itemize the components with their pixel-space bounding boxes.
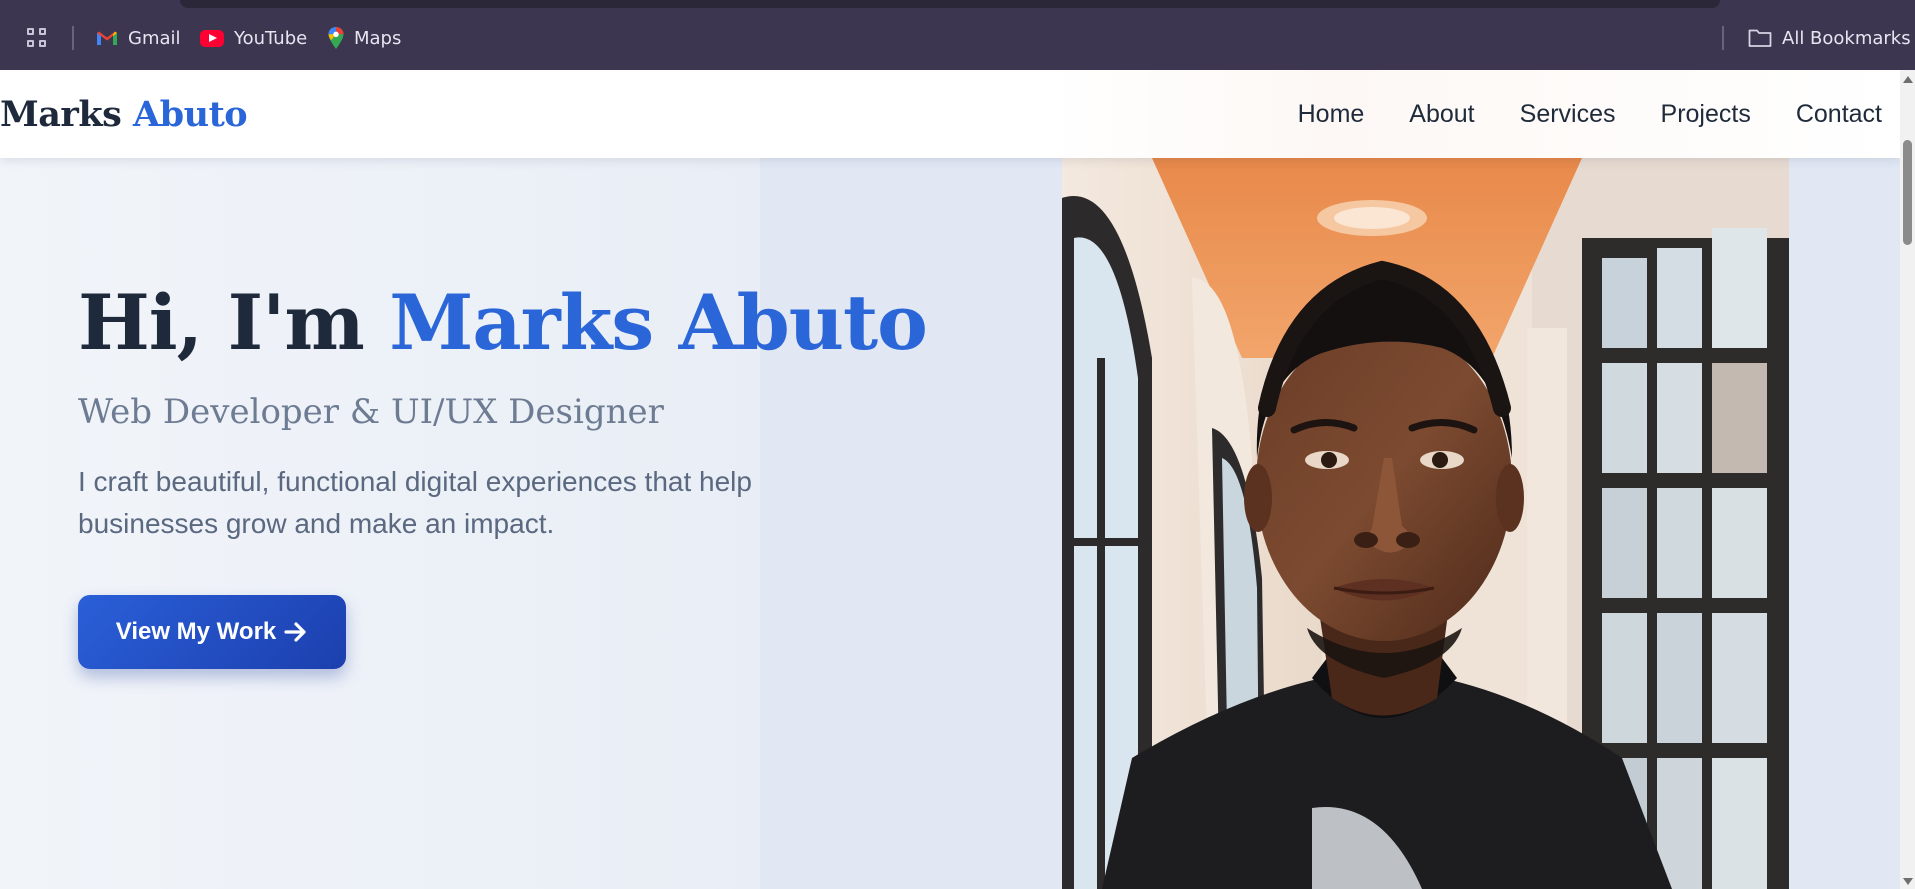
nav-link-contact[interactable]: Contact xyxy=(1796,100,1882,129)
site-logo[interactable]: Marks Abuto xyxy=(0,93,248,135)
page-scrollbar[interactable] xyxy=(1900,70,1915,889)
site-navbar: Marks Abuto Home About Services Projects… xyxy=(0,70,1900,158)
hero-section: Hi, I'm Marks Abuto Web Developer & UI/U… xyxy=(78,285,928,669)
nav-link-services[interactable]: Services xyxy=(1520,100,1616,129)
nav-link-home[interactable]: Home xyxy=(1298,100,1365,129)
scroll-up-icon[interactable] xyxy=(1903,76,1913,83)
cta-label: View My Work xyxy=(115,618,277,645)
arrow-right-icon xyxy=(284,622,306,642)
hero-description: I craft beautiful, functional digital ex… xyxy=(78,466,752,539)
bookmark-label: Gmail xyxy=(128,27,181,49)
hero-greeting: Hi, I'm xyxy=(78,278,390,367)
logo-first-name: Marks xyxy=(0,93,122,135)
hero-subtitle: Web Developer & UI/UX Designer xyxy=(78,392,664,432)
all-bookmarks-label: All Bookmarks xyxy=(1782,27,1911,49)
nav-link-about[interactable]: About xyxy=(1409,100,1474,129)
maps-icon xyxy=(328,27,344,49)
bookmarks-divider xyxy=(1722,26,1724,50)
address-bar-edge xyxy=(180,0,1720,8)
portfolio-page: Marks Abuto Home About Services Projects… xyxy=(0,70,1900,889)
bookmark-youtube[interactable]: YouTube xyxy=(200,26,307,50)
profile-photo-illustration xyxy=(1062,158,1789,889)
folder-icon xyxy=(1748,29,1772,47)
all-bookmarks-button[interactable]: All Bookmarks xyxy=(1748,26,1911,50)
scrollbar-thumb[interactable] xyxy=(1903,140,1912,245)
scroll-down-icon[interactable] xyxy=(1903,878,1913,885)
bookmark-label: Maps xyxy=(354,27,402,49)
bookmark-maps[interactable]: Maps xyxy=(328,26,401,50)
hero-heading: Hi, I'm Marks Abuto xyxy=(78,285,928,361)
nav-links: Home About Services Projects Contact xyxy=(1298,100,1882,129)
youtube-icon xyxy=(200,29,224,47)
bookmarks-bar: Gmail YouTube Maps All Bookmarks xyxy=(0,0,1915,70)
bookmark-label: YouTube xyxy=(234,27,308,49)
apps-grid-icon[interactable] xyxy=(27,28,49,50)
view-my-work-button[interactable]: View My Work xyxy=(78,595,346,669)
bookmark-gmail[interactable]: Gmail xyxy=(96,26,181,50)
logo-last-name: Abuto xyxy=(133,93,248,135)
profile-photo xyxy=(1062,158,1789,889)
bookmarks-divider xyxy=(72,26,74,50)
gmail-icon xyxy=(97,31,117,45)
nav-link-projects[interactable]: Projects xyxy=(1661,100,1751,129)
hero-name: Marks Abuto xyxy=(389,278,927,367)
